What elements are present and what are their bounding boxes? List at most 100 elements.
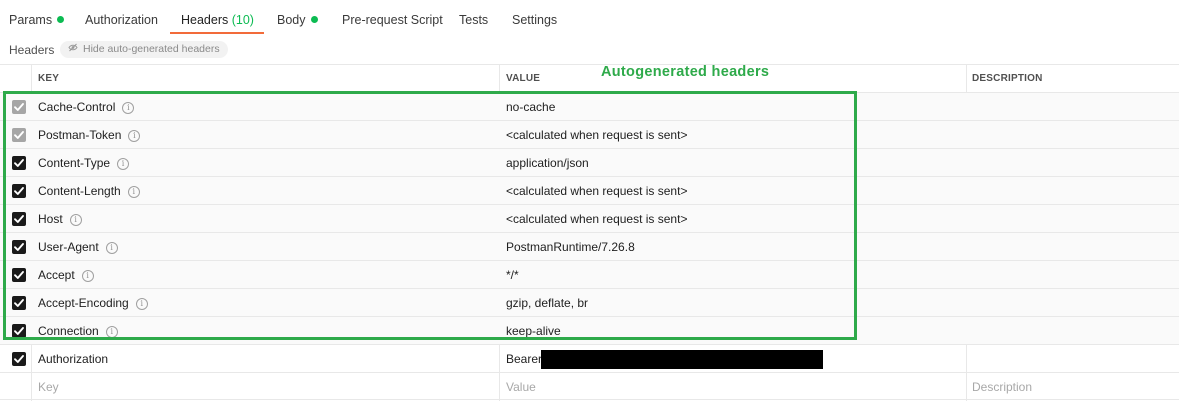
header-key-text: Host [38,212,63,226]
header-enabled-checkbox[interactable] [12,324,26,338]
tab-body-indicator [310,16,318,23]
header-description-cell[interactable] [972,205,1172,233]
tab-params-indicator [57,16,65,23]
tab-body-label: Body [277,13,306,27]
info-icon[interactable]: i [105,326,118,338]
headers-section-title: Headers [9,43,55,57]
info-icon[interactable]: i [135,298,148,310]
header-description-cell[interactable] [972,317,1172,345]
request-tabs: Params Authorization Headers (10) Body P… [0,0,1179,38]
header-enabled-checkbox[interactable] [12,296,26,310]
header-key-text: Connection [38,324,99,338]
header-value-cell[interactable]: gzip, deflate, br [506,289,961,317]
header-description-cell[interactable] [972,93,1172,121]
info-icon[interactable]: i [81,270,94,282]
table-row: User-Agent i PostmanRuntime/7.26.8 [0,232,1179,260]
header-description-cell[interactable] [972,345,1172,373]
tab-authorization[interactable]: Authorization [85,13,158,27]
new-key-input[interactable]: Key [38,373,493,401]
header-value-text: gzip, deflate, br [506,296,589,310]
header-key-cell[interactable]: Connection i [38,317,493,345]
header-enabled-checkbox[interactable] [12,128,26,142]
tab-body[interactable]: Body [277,13,318,27]
info-icon[interactable]: i [128,130,141,142]
info-icon[interactable]: i [105,242,118,254]
tab-tests[interactable]: Tests [459,13,488,27]
header-key-cell[interactable]: Accept-Encoding i [38,289,493,317]
header-key-text: Cache-Control [38,100,116,114]
header-key-cell[interactable]: Content-Type i [38,149,493,177]
header-key-text: User-Agent [38,240,99,254]
header-key-text: Authorization [38,352,109,366]
headers-subbar: Headers Hide auto-generated headers [0,40,1179,60]
table-header-row: KEY VALUE DESCRIPTION [0,64,1179,92]
header-key-cell[interactable]: Cache-Control i [38,93,493,121]
autogenerated-headers-annotation: Autogenerated headers [601,64,770,80]
tab-headers-label: Headers [181,13,229,27]
header-value-cell[interactable]: */* [506,261,961,289]
header-enabled-checkbox[interactable] [12,100,26,114]
header-description-cell[interactable] [972,149,1172,177]
header-enabled-checkbox[interactable] [12,184,26,198]
header-value-cell[interactable]: keep-alive [506,317,961,345]
header-description-cell[interactable] [972,233,1172,261]
header-value-text: no-cache [506,100,556,114]
info-icon[interactable]: i [127,186,140,198]
header-value-text: <calculated when request is sent> [506,128,688,142]
table-row: Cache-Control i no-cache [0,92,1179,120]
header-key-cell[interactable]: Content-Length i [38,177,493,205]
tab-settings[interactable]: Settings [512,13,557,27]
header-value-text: application/json [506,156,589,170]
header-key-text: Accept [38,268,75,282]
header-value-cell[interactable]: no-cache [506,93,961,121]
column-header-key: KEY [38,73,60,84]
new-description-input[interactable]: Description [972,373,1172,401]
header-value-cell[interactable]: <calculated when request is sent> [506,205,961,233]
hide-auto-generated-headers-button[interactable]: Hide auto-generated headers [60,41,228,58]
header-key-text: Content-Type [38,156,111,170]
table-row: Accept-Encoding i gzip, deflate, br [0,288,1179,316]
tab-tests-label: Tests [459,13,489,27]
table-row: Content-Type i application/json [0,148,1179,176]
info-icon[interactable]: i [69,214,82,226]
tab-settings-label: Settings [512,13,558,27]
header-enabled-checkbox[interactable] [12,352,26,366]
header-key-text: Content-Length [38,184,121,198]
header-value-cell[interactable]: PostmanRuntime/7.26.8 [506,233,961,261]
header-key-cell[interactable]: Authorization [38,345,493,373]
header-enabled-checkbox[interactable] [12,212,26,226]
header-value-text: PostmanRuntime/7.26.8 [506,240,635,254]
tab-params[interactable]: Params [9,13,65,27]
header-key-cell[interactable]: Postman-Token i [38,121,493,149]
new-value-input[interactable]: Value [506,373,961,401]
info-icon[interactable]: i [122,102,135,114]
table-row: Host i <calculated when request is sent> [0,204,1179,232]
header-value-text: Bearer [506,352,543,366]
header-enabled-checkbox[interactable] [12,156,26,170]
header-value-cell[interactable]: application/json [506,149,961,177]
table-row: Authorization Bearer [0,344,1179,372]
header-key-cell[interactable]: User-Agent i [38,233,493,261]
hide-auto-generated-headers-label: Hide auto-generated headers [83,43,220,55]
header-enabled-checkbox[interactable] [12,268,26,282]
header-key-text: Postman-Token [38,128,122,142]
active-tab-underline [170,32,264,34]
header-value-cell[interactable]: <calculated when request is sent> [506,177,961,205]
info-icon[interactable]: i [117,158,130,170]
tab-headers[interactable]: Headers (10) [181,13,254,27]
header-value-text: keep-alive [506,324,561,338]
header-value-cell[interactable]: <calculated when request is sent> [506,121,961,149]
header-enabled-checkbox[interactable] [12,240,26,254]
header-key-cell[interactable]: Accept i [38,261,493,289]
header-description-cell[interactable] [972,261,1172,289]
tab-pre-request-script[interactable]: Pre-request Script [342,13,443,27]
header-key-text: Accept-Encoding [38,296,129,310]
header-key-cell[interactable]: Host i [38,205,493,233]
header-value-text: <calculated when request is sent> [506,212,688,226]
header-value-text: <calculated when request is sent> [506,184,688,198]
header-description-cell[interactable] [972,289,1172,317]
tab-authorization-label: Authorization [85,13,158,27]
header-description-cell[interactable] [972,121,1172,149]
header-description-cell[interactable] [972,177,1172,205]
table-row: Connection i keep-alive [0,316,1179,344]
